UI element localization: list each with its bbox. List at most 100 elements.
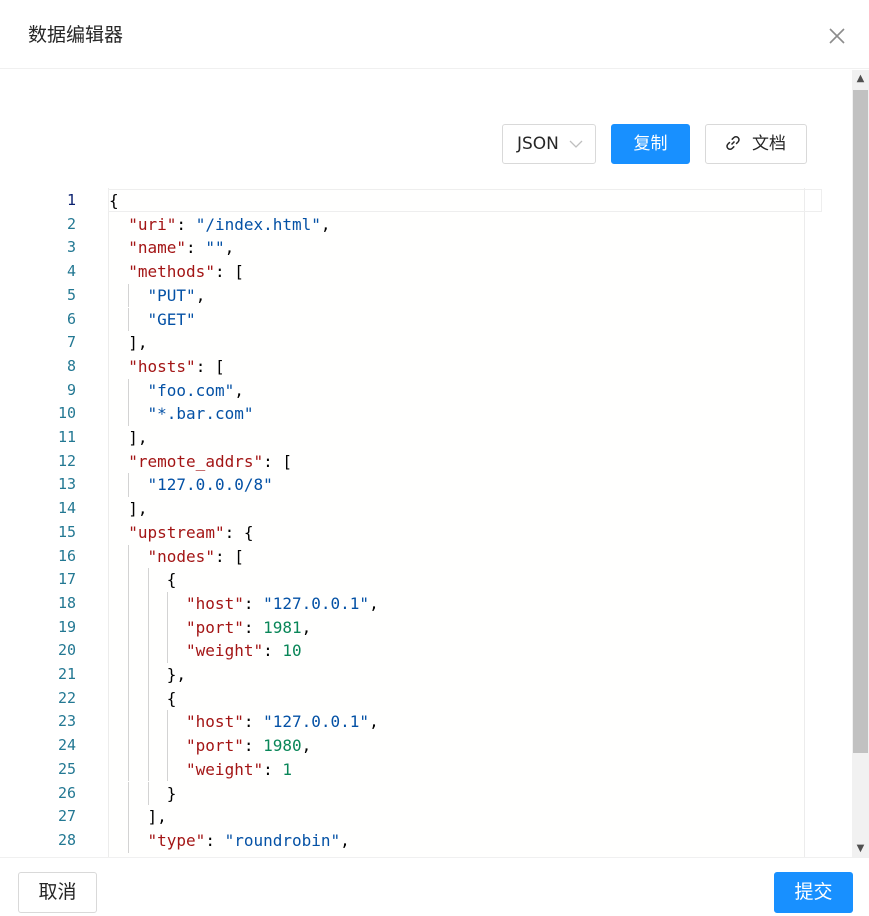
json-key: "host" <box>186 712 244 732</box>
code-line: 11], <box>0 426 852 450</box>
json-punctuation: : <box>243 617 264 637</box>
code-line: 12 "remote_addrs": [ <box>0 450 852 474</box>
indent-guide <box>128 591 130 616</box>
code-text: "uri": "/index.html", <box>128 213 330 237</box>
code-text: "port": 1981, <box>186 616 311 640</box>
code-line: 21}, <box>0 663 852 687</box>
json-key: "port" <box>186 617 244 637</box>
line-number: 5 <box>66 285 76 304</box>
json-string: "/index.html" <box>195 214 321 234</box>
indent-guide <box>147 734 149 758</box>
code-text: "remote_addrs": [ <box>128 450 292 474</box>
json-punctuation: : [ <box>263 451 293 471</box>
format-select[interactable]: JSON <box>502 124 596 164</box>
json-punctuation: : [ <box>195 356 225 376</box>
line-number: 9 <box>66 380 76 399</box>
json-string: "GET" <box>147 309 196 329</box>
docs-link-button[interactable]: 文档 <box>705 124 807 164</box>
scroll-up-icon[interactable]: ▲ <box>852 70 869 87</box>
json-punctuation: : <box>263 641 283 661</box>
indent-guide <box>128 378 130 403</box>
code-text: { <box>167 568 177 592</box>
code-line: 19 "port": 1981, <box>0 615 852 640</box>
code-line: 24 "port": 1980, <box>0 734 852 758</box>
code-line: 23 "host": "127.0.0.1", <box>0 710 852 735</box>
line-number: 19 <box>57 617 76 636</box>
json-string: "127.0.0.0/8" <box>147 475 273 495</box>
line-number: 15 <box>57 522 76 541</box>
json-string: "*.bar.com" <box>147 404 254 424</box>
indent-guide <box>147 663 149 687</box>
cancel-button[interactable]: 取消 <box>18 872 97 913</box>
code-text: "port": 1980, <box>186 734 311 758</box>
line-number: 24 <box>57 736 76 755</box>
json-string: "PUT" <box>147 285 196 305</box>
copy-button[interactable]: 复制 <box>611 124 690 164</box>
line-number: 6 <box>66 309 76 328</box>
line-number: 10 <box>57 404 76 423</box>
json-number: 1 <box>282 759 292 779</box>
json-punctuation: : <box>186 238 206 258</box>
indent-guide <box>128 307 130 332</box>
line-number: 4 <box>66 262 76 281</box>
line-number: 25 <box>57 759 76 778</box>
format-select-value: JSON <box>517 134 559 154</box>
json-punctuation: : <box>243 712 264 732</box>
code-text: "foo.com", <box>148 379 244 403</box>
line-number: 14 <box>57 499 76 518</box>
indent-guide <box>128 568 130 592</box>
code-text: "GET" <box>148 308 196 332</box>
json-punctuation: }, <box>166 665 187 684</box>
code-text: "type": "roundrobin", <box>148 829 350 853</box>
json-punctuation: : [ <box>214 262 244 282</box>
code-line: 20 "weight": 10 <box>0 639 852 663</box>
dialog-footer: 取消 提交 <box>0 857 869 916</box>
code-line: 28 "type": "roundrobin", <box>0 828 852 853</box>
line-number: 1 <box>66 191 76 209</box>
indent-guide <box>166 591 168 616</box>
json-punctuation: , <box>224 238 235 258</box>
code-text: { <box>109 189 119 213</box>
code-editor[interactable]: 1{2 "uri": "/index.html", 3 "name": "", 4 "me… <box>0 188 852 857</box>
close-icon[interactable] <box>826 25 848 47</box>
json-key: "host" <box>186 593 244 613</box>
json-punctuation: : <box>243 593 264 613</box>
code-text: } <box>167 782 177 806</box>
json-punctuation: : <box>243 736 264 756</box>
indent-guide <box>147 568 149 592</box>
json-number: 1981 <box>263 617 302 637</box>
code-line: 8 "hosts": [ <box>0 355 852 379</box>
json-punctuation: : <box>176 214 196 234</box>
link-icon <box>726 135 740 150</box>
code-line: 6 "GET" <box>0 307 852 332</box>
line-number: 20 <box>57 641 76 660</box>
json-punctuation: , <box>195 285 206 305</box>
indent-guide <box>166 615 168 640</box>
indent-guide <box>128 544 130 569</box>
json-string: "127.0.0.1" <box>263 593 370 613</box>
scroll-down-icon[interactable]: ▼ <box>852 840 869 857</box>
code-text: "weight": 10 <box>186 639 302 663</box>
code-text: ], <box>148 805 167 829</box>
code-text: "host": "127.0.0.1", <box>186 592 379 616</box>
line-number: 21 <box>57 665 76 683</box>
code-text: "hosts": [ <box>128 355 224 379</box>
code-line: 15 "upstream": { <box>0 521 852 545</box>
json-punctuation: , <box>369 593 379 613</box>
line-number: 17 <box>57 570 76 589</box>
submit-button[interactable]: 提交 <box>774 872 853 913</box>
scrollbar-thumb[interactable] <box>853 90 868 753</box>
line-number: 8 <box>66 356 76 375</box>
code-text: "name": "", <box>128 236 234 260</box>
json-key: "methods" <box>128 262 215 282</box>
json-punctuation: , <box>301 617 312 637</box>
indent-guide <box>128 686 130 711</box>
json-punctuation: ], <box>128 428 148 447</box>
json-punctuation: : [ <box>214 546 244 566</box>
indent-guide <box>166 734 168 758</box>
indent-guide <box>128 473 130 498</box>
vertical-scrollbar[interactable]: ▲ ▼ <box>852 70 869 857</box>
dialog-title: 数据编辑器 <box>28 24 124 46</box>
code-line: 1{ <box>0 189 852 213</box>
code-text: "PUT", <box>148 284 206 308</box>
